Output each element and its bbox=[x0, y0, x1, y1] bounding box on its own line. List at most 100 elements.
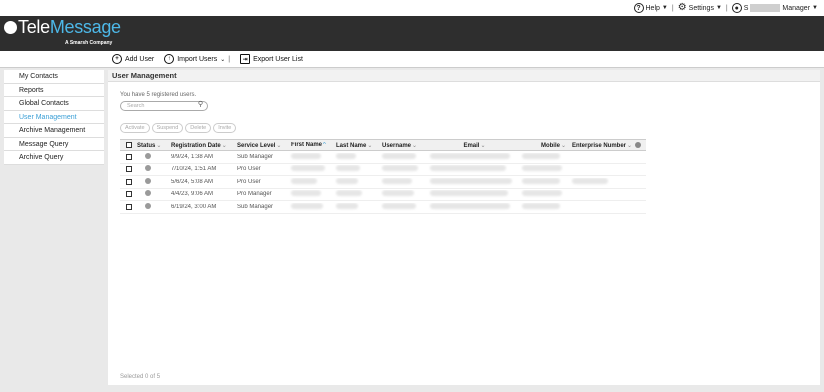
column-header-last-name[interactable]: Last Name⌄ bbox=[333, 142, 379, 149]
activate-button[interactable]: Activate bbox=[120, 123, 150, 133]
status-icon bbox=[145, 202, 151, 209]
service-level: Pro Manager bbox=[237, 191, 272, 198]
redacted-email bbox=[430, 202, 510, 209]
column-header-service-level[interactable]: Service Level⌄ bbox=[234, 142, 288, 149]
redacted-mobile bbox=[522, 165, 562, 172]
sidebar-item-archive-management[interactable]: Archive Management bbox=[4, 124, 104, 138]
sidebar-item-message-query[interactable]: Message Query bbox=[4, 138, 104, 151]
redacted-email bbox=[430, 177, 512, 184]
search-input[interactable]: Search ⚲ bbox=[120, 101, 208, 111]
import-users-label: Import Users bbox=[177, 55, 218, 63]
table-header: Status⌄ Registration Date⌄ Service Level… bbox=[120, 139, 646, 151]
suspend-button[interactable]: Suspend bbox=[151, 123, 184, 133]
sidebar-item-global-contacts[interactable]: Global Contacts bbox=[4, 97, 104, 111]
row-checkbox[interactable] bbox=[125, 178, 132, 185]
chevron-down-icon: ▼ bbox=[661, 5, 668, 11]
redacted-first-name bbox=[291, 190, 321, 197]
redacted-mobile bbox=[522, 190, 562, 197]
column-header-username[interactable]: Username⌄ bbox=[379, 142, 427, 149]
page-title: User Management bbox=[108, 70, 820, 82]
column-header-registration-date[interactable]: Registration Date⌄ bbox=[168, 142, 234, 149]
select-all-checkbox-cell bbox=[120, 142, 134, 148]
settings-menu[interactable]: ⚙ Settings ▼ bbox=[678, 3, 722, 13]
top-utility-bar: ? Help ▼ | ⚙ Settings ▼ | ● S Manager ▼ bbox=[0, 0, 824, 16]
add-user-label: Add User bbox=[125, 55, 155, 63]
registration-date: 4/4/23, 9:06 AM bbox=[171, 191, 214, 198]
user-count-text: You have 5 registered users. bbox=[120, 92, 197, 98]
column-header-first-name[interactable]: First Name^ bbox=[288, 142, 333, 148]
export-user-list-button[interactable]: ⇥ Export User List bbox=[240, 54, 303, 64]
sort-icon: ⌄ bbox=[412, 142, 418, 149]
row-checkbox[interactable] bbox=[125, 166, 132, 173]
sort-icon: ⌄ bbox=[560, 142, 566, 149]
gear-icon: ⚙ bbox=[677, 2, 687, 13]
redacted-last-name bbox=[336, 202, 358, 209]
redacted-first-name bbox=[291, 152, 321, 159]
info-icon[interactable] bbox=[635, 141, 642, 148]
table-row[interactable]: 7/10/24, 1:51 AM Pro User bbox=[120, 164, 646, 176]
redacted-last-name bbox=[336, 152, 356, 159]
status-icon bbox=[145, 165, 151, 172]
brand-logo[interactable]: TeleMessage bbox=[4, 17, 121, 38]
user-avatar-icon: ● bbox=[731, 3, 742, 13]
search-placeholder: Search bbox=[127, 103, 145, 109]
invite-button[interactable]: Invite bbox=[213, 123, 237, 133]
redacted-last-name bbox=[336, 177, 358, 184]
sort-icon: ⌄ bbox=[156, 142, 162, 149]
add-user-button[interactable]: + Add User bbox=[112, 54, 154, 64]
app-header: TeleMessage A Smarsh Company bbox=[0, 16, 824, 51]
status-icon bbox=[145, 177, 151, 184]
status-icon bbox=[145, 152, 151, 159]
sidebar-item-archive-query[interactable]: Archive Query bbox=[4, 151, 104, 165]
export-icon: ⇥ bbox=[240, 54, 251, 64]
user-menu[interactable]: ● S Manager ▼ bbox=[731, 3, 818, 13]
redacted-first-name bbox=[291, 202, 323, 209]
row-checkbox[interactable] bbox=[125, 153, 132, 160]
redacted-enterprise-number bbox=[572, 177, 608, 184]
divider: | bbox=[671, 4, 674, 12]
redacted-mobile bbox=[522, 152, 560, 159]
help-menu[interactable]: ? Help ▼ bbox=[633, 3, 668, 13]
redacted-mobile bbox=[522, 177, 560, 184]
sidebar-item-reports[interactable]: Reports bbox=[4, 84, 104, 97]
divider: | bbox=[228, 55, 231, 63]
redacted-first-name bbox=[291, 177, 317, 184]
redacted-username bbox=[750, 4, 781, 12]
redacted-email bbox=[430, 190, 508, 197]
row-checkbox[interactable] bbox=[125, 191, 132, 198]
role-label: Manager bbox=[782, 4, 811, 12]
import-users-button[interactable]: ↑ Import Users ⌄ | bbox=[164, 54, 230, 64]
sidebar-item-user-management[interactable]: User Management bbox=[4, 111, 104, 124]
selection-count: Selected 0 of 5 bbox=[120, 374, 161, 380]
sort-asc-icon: ^ bbox=[323, 142, 326, 148]
table-row[interactable]: 5/6/24, 5:08 AM Pro User bbox=[120, 176, 646, 189]
chevron-down-icon: ▼ bbox=[812, 5, 818, 11]
action-toolbar: + Add User ↑ Import Users ⌄ | ⇥ Export U… bbox=[0, 51, 824, 68]
redacted-last-name bbox=[336, 165, 360, 172]
column-header-status[interactable]: Status⌄ bbox=[134, 142, 168, 149]
sort-icon: ⌄ bbox=[221, 142, 227, 149]
delete-button[interactable]: Delete bbox=[185, 123, 212, 133]
redacted-last-name bbox=[336, 190, 362, 197]
table-row[interactable]: 6/19/24, 3:00 AM Sub Manager bbox=[120, 201, 646, 214]
redacted-username bbox=[382, 177, 412, 184]
select-all-checkbox[interactable] bbox=[125, 142, 132, 148]
sidebar-nav: My Contacts Reports Global Contacts User… bbox=[4, 70, 104, 165]
column-header-email[interactable]: Email⌄ bbox=[427, 142, 519, 149]
sidebar-item-my-contacts[interactable]: My Contacts bbox=[4, 70, 104, 84]
export-list-label: Export User List bbox=[253, 55, 303, 63]
table-row[interactable]: 9/9/24, 1:38 AM Sub Manager bbox=[120, 151, 646, 164]
chevron-down-icon: ▼ bbox=[715, 5, 722, 11]
main-panel: User Management You have 5 registered us… bbox=[108, 70, 820, 385]
table-row[interactable]: 4/4/23, 9:06 AM Pro Manager bbox=[120, 189, 646, 201]
add-user-icon: + bbox=[112, 54, 122, 64]
brand-tagline: A Smarsh Company bbox=[65, 40, 113, 46]
service-level: Pro User bbox=[237, 166, 261, 173]
sort-icon: ⌄ bbox=[276, 142, 282, 149]
row-checkbox[interactable] bbox=[125, 203, 132, 210]
sort-icon: ⌄ bbox=[627, 142, 633, 149]
search-icon[interactable]: ⚲ bbox=[198, 101, 203, 109]
column-header-mobile[interactable]: Mobile⌄ bbox=[519, 142, 569, 149]
redacted-mobile bbox=[522, 202, 560, 209]
column-header-enterprise-number[interactable]: Enterprise Number⌄ bbox=[569, 141, 646, 149]
